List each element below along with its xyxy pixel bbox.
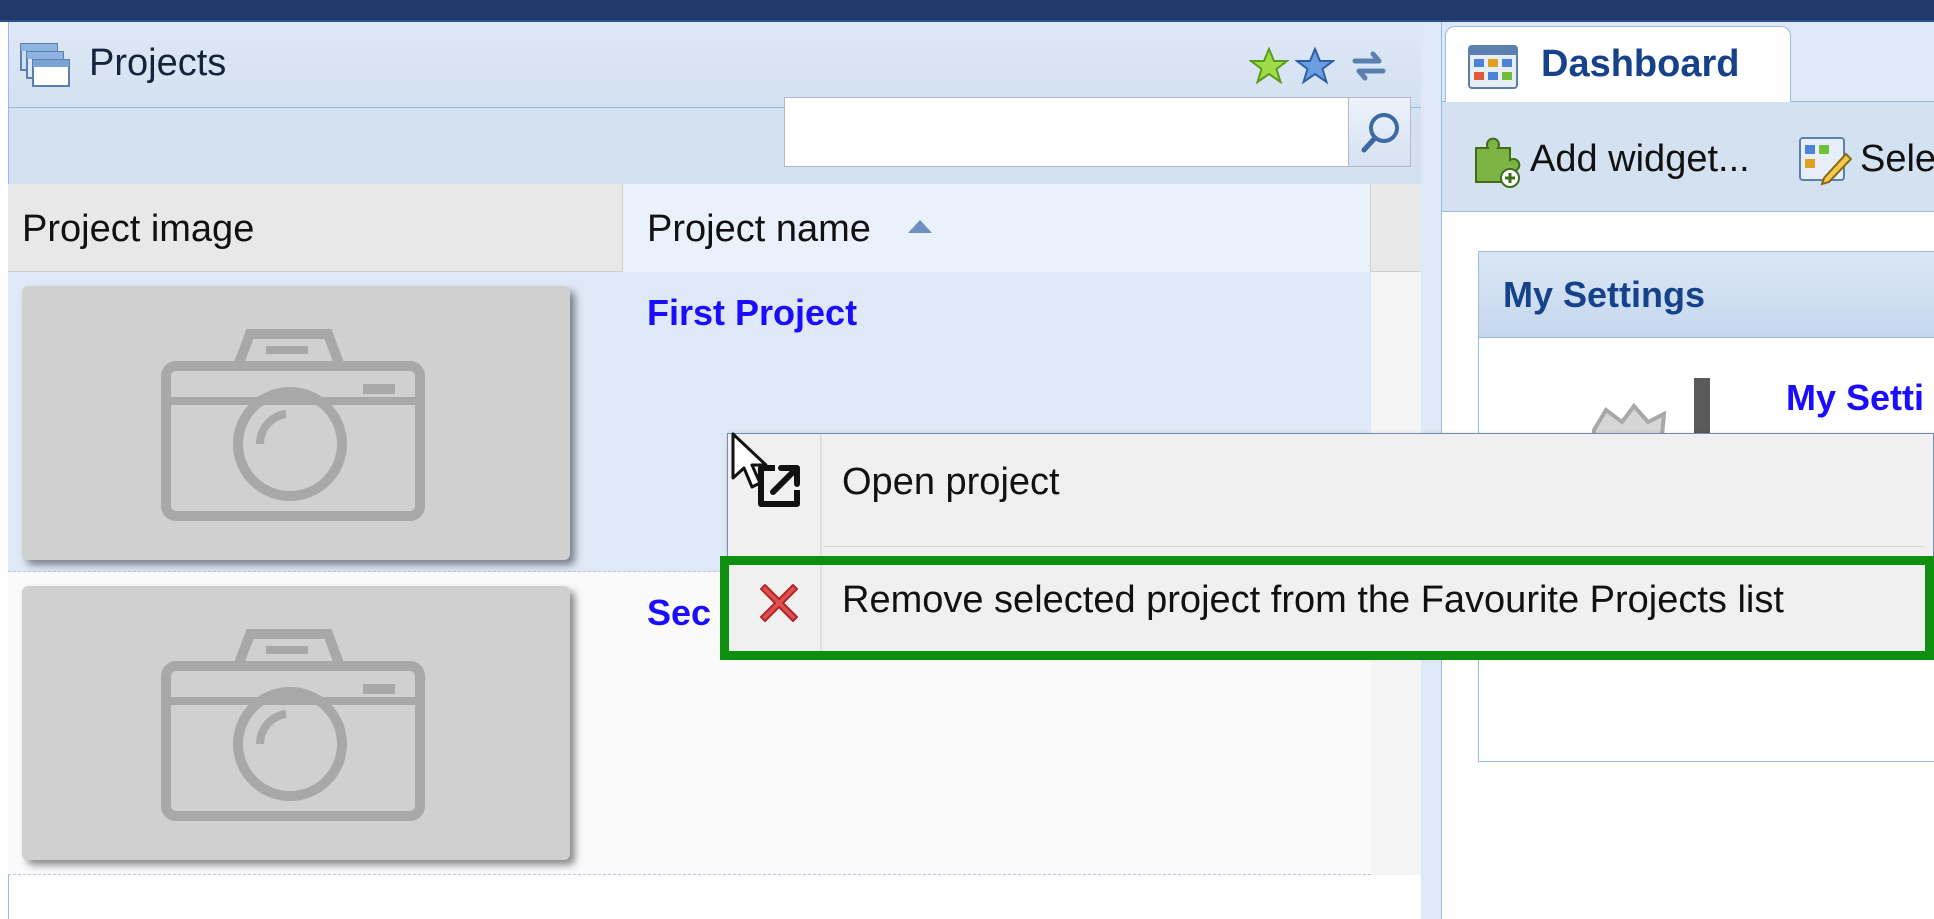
search-button[interactable] bbox=[1349, 97, 1411, 167]
menu-item-label: Open project bbox=[842, 461, 1060, 503]
menu-item-label: Remove selected project from the Favouri… bbox=[842, 579, 1784, 621]
camera-placeholder-icon bbox=[22, 286, 570, 560]
project-name-link[interactable]: First Project bbox=[647, 292, 857, 334]
column-label: Project name bbox=[647, 208, 871, 250]
column-label: Project image bbox=[22, 208, 255, 250]
dashboard-grid-icon bbox=[1468, 45, 1518, 89]
favourite-add-icon[interactable] bbox=[1248, 46, 1290, 86]
dashboard-toolbar: Add widget... Sele bbox=[1442, 102, 1934, 212]
project-search-input[interactable] bbox=[784, 97, 1349, 167]
remove-x-icon bbox=[760, 584, 798, 622]
tab-strip: Dashboard bbox=[1442, 22, 1934, 103]
layout-edit-icon bbox=[1799, 137, 1852, 186]
favourite-star-icon[interactable] bbox=[1294, 46, 1336, 86]
open-external-icon bbox=[758, 465, 800, 507]
portlet-header: My Settings bbox=[1479, 252, 1934, 338]
menu-item-open-project[interactable]: Open project bbox=[728, 434, 1934, 544]
projects-stack-icon bbox=[17, 38, 71, 92]
projects-panel-title: Projects bbox=[89, 42, 227, 84]
tab-dashboard[interactable]: Dashboard bbox=[1445, 26, 1791, 103]
search-icon bbox=[1361, 113, 1399, 153]
add-widget-label: Add widget... bbox=[1530, 138, 1750, 180]
top-bar bbox=[0, 0, 1934, 22]
project-name-link[interactable]: Sec bbox=[647, 592, 711, 634]
my-settings-link[interactable]: My Setti bbox=[1786, 377, 1924, 419]
camera-placeholder-icon bbox=[22, 586, 570, 860]
menu-item-remove-favourite[interactable]: Remove selected project from the Favouri… bbox=[728, 552, 1934, 654]
portlet-title: My Settings bbox=[1503, 274, 1706, 315]
select-layout-label: Sele bbox=[1860, 138, 1934, 180]
grid-header: Project image Project name bbox=[8, 184, 1421, 272]
puzzle-add-icon bbox=[1475, 137, 1521, 188]
sort-ascending-icon bbox=[908, 220, 932, 233]
menu-separator bbox=[824, 546, 1924, 547]
tab-dashboard-label: Dashboard bbox=[1541, 43, 1740, 85]
app-window: Projects Project image Project name Firs… bbox=[0, 0, 1934, 919]
column-header-project-image[interactable]: Project image bbox=[8, 184, 623, 272]
column-header-project-name[interactable]: Project name bbox=[623, 184, 1371, 272]
projects-panel-header: Projects bbox=[9, 22, 1422, 108]
refresh-icon[interactable] bbox=[1349, 46, 1389, 86]
context-menu: Open project Remove selected project fro… bbox=[727, 433, 1934, 654]
